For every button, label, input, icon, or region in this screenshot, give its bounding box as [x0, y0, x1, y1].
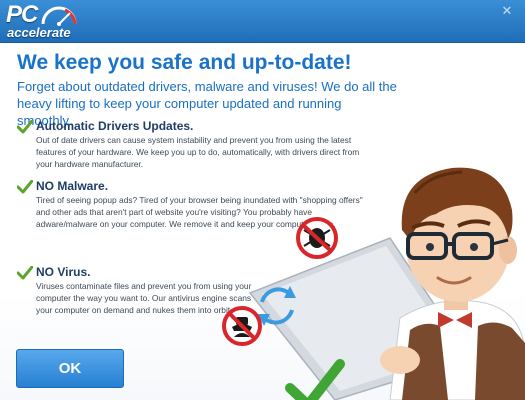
- main-window: PC accelerate ✕ We keep you safe and up-…: [0, 0, 525, 400]
- no-bug-icon: [296, 217, 338, 259]
- no-spy-icon: [222, 306, 262, 346]
- check-icon: [17, 120, 33, 134]
- technician-illustration: [248, 167, 525, 400]
- speedometer-icon: [41, 6, 77, 26]
- content-area: We keep you safe and up-to-date! Forget …: [0, 43, 525, 400]
- logo-sub-text: accelerate: [7, 25, 71, 40]
- app-logo: PC accelerate: [6, 1, 118, 41]
- page-title: We keep you safe and up-to-date!: [17, 51, 352, 74]
- feature-title: NO Malware.: [36, 179, 109, 193]
- ok-button[interactable]: OK: [16, 349, 124, 388]
- close-icon[interactable]: ✕: [499, 3, 515, 19]
- feature-title: NO Virus.: [36, 265, 91, 279]
- feature-title: Automatic Drivers Updates.: [36, 119, 194, 133]
- check-icon: [17, 180, 33, 194]
- title-bar: PC accelerate ✕: [0, 0, 525, 43]
- check-icon: [17, 266, 33, 280]
